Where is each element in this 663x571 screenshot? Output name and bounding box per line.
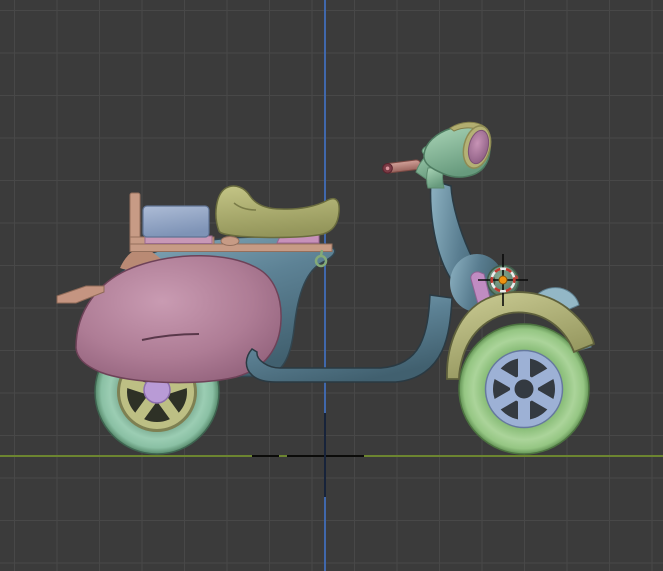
rack-stud xyxy=(220,236,240,246)
object-origin-dot xyxy=(498,275,508,285)
seat[interactable] xyxy=(215,185,340,239)
viewport-3d[interactable] xyxy=(0,0,663,571)
handle-grip-group xyxy=(382,159,422,174)
cargo-box[interactable] xyxy=(142,205,210,238)
scooter-model xyxy=(56,121,596,455)
handlebar-assembly[interactable] xyxy=(382,121,495,189)
front-hub-center xyxy=(514,379,534,399)
